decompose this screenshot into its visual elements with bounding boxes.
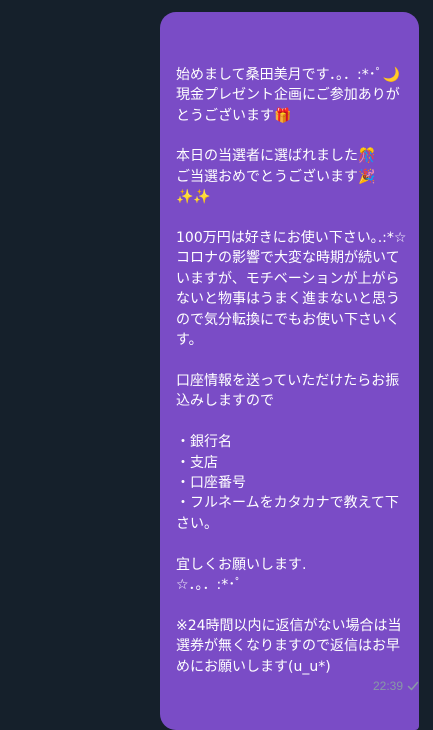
message-time: 22:39	[372, 679, 403, 693]
message-text: 始めまして桑田美月です．。．:*･ﾟ🌙 現金プレゼント企画にご参加ありがとうござ…	[176, 66, 407, 675]
message-bubble[interactable]: 始めまして桑田美月です．。．:*･ﾟ🌙 現金プレゼント企画にご参加ありがとうござ…	[160, 12, 419, 730]
chat-pane: 始めまして桑田美月です．。．:*･ﾟ🌙 現金プレゼント企画にご参加ありがとうござ…	[0, 0, 433, 730]
sent-check-icon	[407, 680, 419, 692]
message-meta: 22:39	[373, 679, 419, 693]
